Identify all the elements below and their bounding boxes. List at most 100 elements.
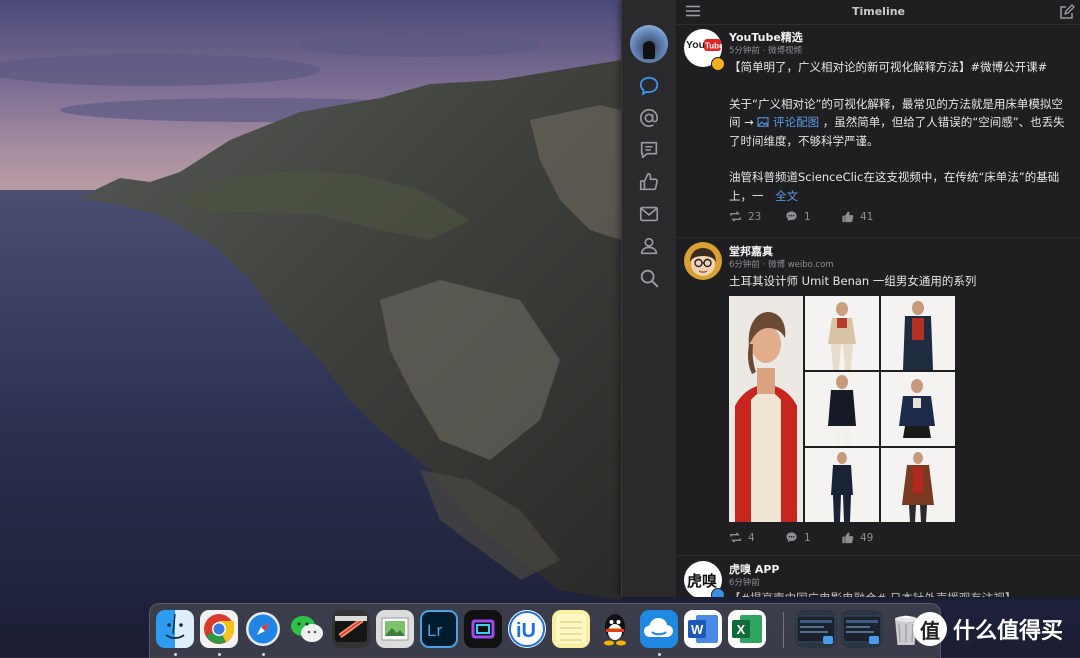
post-card[interactable]: You Tube YouTube精选 5分钟前 · 微博视频 【简单明了，广义相… [676, 25, 1080, 237]
finder-icon[interactable] [156, 610, 194, 648]
comment-icon[interactable] [637, 138, 661, 162]
full-text-link[interactable]: 全文 [775, 189, 798, 203]
weibo-cloud-icon[interactable] [640, 610, 678, 648]
comment-bubble-icon [786, 532, 797, 543]
iu-icon[interactable]: iU [508, 610, 546, 648]
dock-separator [783, 612, 784, 648]
post-meta: 6分钟前 · 微博 weibo.com [729, 260, 834, 270]
window-title: Timeline [851, 5, 906, 18]
running-indicator [174, 653, 177, 656]
post-text-fragment: 间 → [729, 115, 754, 129]
qq-icon[interactable] [596, 610, 634, 648]
post-actions: 23 1 41 [729, 210, 929, 226]
comment-image-link[interactable]: 评论配图 [757, 115, 822, 129]
verified-badge-icon [711, 588, 725, 597]
repost-icon [730, 211, 741, 222]
comment-image-label: 评论配图 [769, 115, 820, 129]
svg-text:Tube: Tube [705, 42, 722, 51]
speech-bubble-icon[interactable] [637, 74, 661, 98]
photo-thumbnail[interactable] [881, 372, 955, 446]
thumbs-up-icon[interactable] [637, 170, 661, 194]
final-cut-icon[interactable] [332, 610, 370, 648]
excel-icon[interactable]: X [728, 610, 766, 648]
timeline-feed[interactable]: You Tube YouTube精选 5分钟前 · 微博视频 【简单明了，广义相… [676, 25, 1080, 597]
verified-badge-icon [711, 57, 725, 71]
like-count: 41 [860, 210, 874, 223]
photo-grid[interactable] [729, 296, 955, 522]
post-avatar[interactable] [684, 242, 722, 280]
photo-thumbnail[interactable] [881, 296, 955, 370]
envelope-icon[interactable] [637, 202, 661, 226]
comment-bubble-icon [786, 211, 797, 222]
post-body: 【#提高南中国广电影电融合# 日本针外声援观有注视】 [729, 589, 1069, 597]
running-indicator [658, 653, 661, 656]
title-bar: Timeline [676, 0, 1080, 25]
comment-button[interactable]: 1 [785, 531, 811, 544]
notes-icon[interactable] [552, 610, 590, 648]
chrome-icon[interactable] [200, 610, 238, 648]
sidebar [622, 0, 677, 597]
running-indicator [262, 653, 265, 656]
lightroom-icon[interactable]: Lr [420, 610, 458, 648]
preview-icon[interactable] [376, 610, 414, 648]
like-icon [842, 211, 854, 223]
word-icon[interactable]: W [684, 610, 722, 648]
photo-thumbnail[interactable] [881, 448, 955, 522]
like-button[interactable]: 49 [841, 531, 873, 544]
post-author[interactable]: 堂邦嘉真 [729, 243, 773, 259]
person-icon[interactable] [637, 234, 661, 258]
post-body: 【简单明了，广义相对论的新可视化解释方法】#微博公开课# 关于“广义相对论”的可… [729, 58, 1069, 205]
svg-text:You: You [686, 39, 705, 51]
like-icon [842, 532, 854, 544]
svg-text:W: W [691, 622, 704, 637]
at-sign-icon[interactable] [637, 106, 661, 130]
post-card[interactable]: 堂邦嘉真 6分钟前 · 微博 weibo.com 土耳其设计师 Umit Ben… [676, 237, 1080, 556]
post-text-fragment: 上，一 [729, 188, 764, 203]
watermark-logo: 值 [913, 612, 947, 646]
watermark: 值 什么值得买 [913, 611, 1063, 647]
repost-button[interactable]: 23 [729, 210, 761, 223]
user-avatar[interactable] [630, 25, 668, 63]
post-text-line: 了时间维度，不够科学严谨。 [729, 133, 879, 148]
svg-text:iU: iU [516, 620, 536, 642]
post-text-line: 【简单明了，广义相对论的新可视化解释方法】#微博公开课# [729, 60, 1048, 74]
comment-button[interactable]: 1 [785, 210, 811, 223]
screen-app-icon[interactable] [464, 610, 502, 648]
like-button[interactable]: 41 [841, 210, 873, 223]
window-thumbnail-icon[interactable] [841, 610, 883, 648]
post-body: 土耳其设计师 Umit Benan 一组男女通用的系列 [729, 274, 977, 288]
repost-icon [730, 532, 741, 543]
photo-thumbnail[interactable] [805, 372, 879, 446]
repost-button[interactable]: 4 [729, 531, 755, 544]
like-count: 49 [860, 531, 874, 544]
dock: Lr iU W X [149, 603, 941, 658]
image-icon [757, 117, 769, 127]
post-card[interactable]: 虎嗅 虎嗅 APP 6分钟前 【#提高南中国广电影电融合# 日本针外声援观有注视… [676, 555, 1080, 597]
comment-count: 1 [804, 210, 811, 223]
window-thumbnail-icon[interactable] [795, 610, 837, 648]
wechat-icon[interactable] [288, 610, 326, 648]
post-text-line: 关于“广义相对论”的可视化解释，最常见的方法就是用床单模拟空 [729, 96, 1063, 111]
post-author[interactable]: 虎嗅 APP [729, 561, 779, 577]
repost-count: 4 [748, 531, 755, 544]
watermark-text: 什么值得买 [953, 619, 1064, 644]
post-author[interactable]: YouTube精选 [729, 29, 803, 45]
svg-text:X: X [737, 622, 746, 637]
photo-thumbnail[interactable] [805, 448, 879, 522]
svg-text:Lr: Lr [427, 621, 442, 640]
post-actions: 4 1 49 [729, 531, 929, 547]
repost-count: 23 [748, 210, 762, 223]
compose-icon[interactable] [1059, 4, 1075, 20]
comment-count: 1 [804, 531, 811, 544]
weibo-client-window: Timeline You Tube YouTube精选 5分钟前 · 微博视频 … [621, 0, 1080, 597]
post-text-fragment: ，虽然简单，但给了人错误的“空间感”、也丢失 [822, 115, 1065, 129]
post-text-line: 油管科普频道ScienceClic在这支视频中，在传统“床单法”的基础 [729, 170, 1060, 184]
running-indicator [218, 653, 221, 656]
search-icon[interactable] [637, 266, 661, 290]
svg-text:虎嗅: 虎嗅 [687, 572, 718, 590]
safari-icon[interactable] [244, 610, 282, 648]
photo-thumbnail[interactable] [805, 296, 879, 370]
post-meta: 6分钟前 [729, 578, 760, 588]
photo-thumbnail[interactable] [729, 296, 803, 522]
post-meta: 5分钟前 · 微博视频 [729, 46, 803, 56]
